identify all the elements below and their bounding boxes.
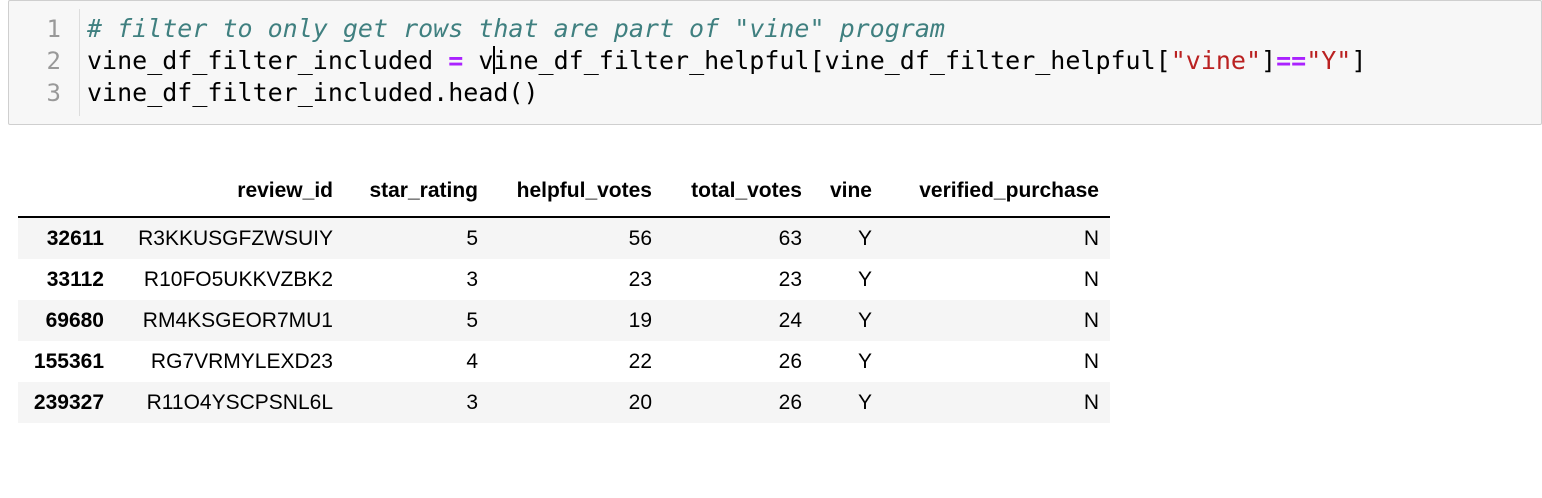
cell-helpful-votes: 20 (628, 390, 652, 414)
cell-review-id: R10FO5UKKVZBK2 (143, 267, 333, 291)
code-token-text: vine_df_filter_included.head() (87, 78, 539, 107)
line-number-gutter: 1 2 3 (9, 13, 71, 109)
code-token-string: "vine" (1170, 46, 1262, 75)
cell-verified-purchase: N (1083, 390, 1099, 414)
code-cell[interactable]: 1 2 3 # filter to only get rows that are… (8, 0, 1542, 125)
cell-star-rating: 3 (466, 267, 478, 291)
table-header-row: review_id star_rating helpful_votes tota… (18, 166, 1110, 218)
cell-vine: Y (857, 267, 872, 291)
cell-total-votes: 23 (778, 267, 802, 291)
code-token-string: "Y" (1306, 46, 1352, 75)
cell-star-rating: 5 (466, 226, 478, 250)
code-token-variable: vine_df_filter_included (87, 46, 449, 75)
gutter-divider (79, 9, 80, 116)
code-line-2[interactable]: vine_df_filter_included = vine_df_filter… (87, 45, 1366, 77)
cell-helpful-votes: 22 (628, 349, 652, 373)
cell-review-id: R11O4YSCPSNL6L (146, 390, 333, 414)
line-number: 2 (46, 47, 61, 75)
column-header-review-id: review_id (115, 166, 344, 218)
line-number: 3 (46, 79, 61, 107)
column-header-total-votes: total_votes (663, 166, 813, 218)
table-row: 33112 R10FO5UKKVZBK2 3 23 23 Y N (18, 259, 1110, 300)
row-index: 33112 (46, 267, 104, 291)
cell-verified-purchase: N (1083, 267, 1099, 291)
column-header-vine: vine (813, 166, 883, 218)
row-index: 239327 (33, 390, 104, 414)
table-row: 69680 RM4KSGEOR7MU1 5 19 24 Y N (18, 300, 1110, 341)
cell-verified-purchase: N (1083, 226, 1099, 250)
dataframe-output-table: review_id star_rating helpful_votes tota… (18, 166, 1110, 423)
cell-total-votes: 63 (778, 226, 802, 250)
code-line-3[interactable]: vine_df_filter_included.head() (87, 77, 1366, 109)
cell-review-id: RG7VRMYLEXD23 (150, 349, 333, 373)
row-index: 155361 (33, 349, 104, 373)
row-index: 69680 (45, 308, 104, 332)
cell-helpful-votes: 19 (628, 308, 652, 332)
cell-star-rating: 5 (466, 308, 478, 332)
cell-star-rating: 3 (466, 390, 478, 414)
cell-vine: Y (857, 349, 872, 373)
cell-vine: Y (857, 226, 872, 250)
cell-review-id: R3KKUSGFZWSUIY (138, 226, 333, 250)
cell-helpful-votes: 56 (628, 226, 652, 250)
cell-total-votes: 26 (778, 349, 802, 373)
cell-total-votes: 26 (778, 390, 802, 414)
column-header-helpful-votes: helpful_votes (489, 166, 663, 218)
column-header-verified-purchase: verified_purchase (883, 166, 1110, 218)
line-number: 1 (46, 15, 61, 43)
cell-helpful-votes: 23 (628, 267, 652, 291)
row-index: 32611 (46, 226, 104, 250)
table-row: 155361 RG7VRMYLEXD23 4 22 26 Y N (18, 341, 1110, 382)
column-header-star-rating: star_rating (344, 166, 489, 218)
code-editor[interactable]: # filter to only get rows that are part … (87, 13, 1366, 109)
cell-vine: Y (857, 308, 872, 332)
index-header (18, 166, 115, 218)
code-token-text: v (463, 46, 494, 75)
code-token-text: ] (1261, 46, 1277, 75)
code-token-text: ] (1351, 46, 1367, 75)
code-line-1[interactable]: # filter to only get rows that are part … (87, 13, 1366, 45)
code-token-text: ine_df_filter_helpful[vine_df_filter_hel… (493, 46, 1171, 75)
table-row: 32611 R3KKUSGFZWSUIY 5 56 63 Y N (18, 217, 1110, 259)
cell-star-rating: 4 (466, 349, 478, 373)
code-token-assign-operator: = (448, 46, 464, 75)
cell-vine: Y (857, 390, 872, 414)
cell-total-votes: 24 (778, 308, 802, 332)
cell-verified-purchase: N (1083, 308, 1099, 332)
code-comment: # filter to only get rows that are part … (87, 14, 945, 43)
code-token-equality-operator: == (1276, 46, 1307, 75)
cell-review-id: RM4KSGEOR7MU1 (142, 308, 333, 332)
table-row: 239327 R11O4YSCPSNL6L 3 20 26 Y N (18, 382, 1110, 423)
cell-verified-purchase: N (1083, 349, 1099, 373)
